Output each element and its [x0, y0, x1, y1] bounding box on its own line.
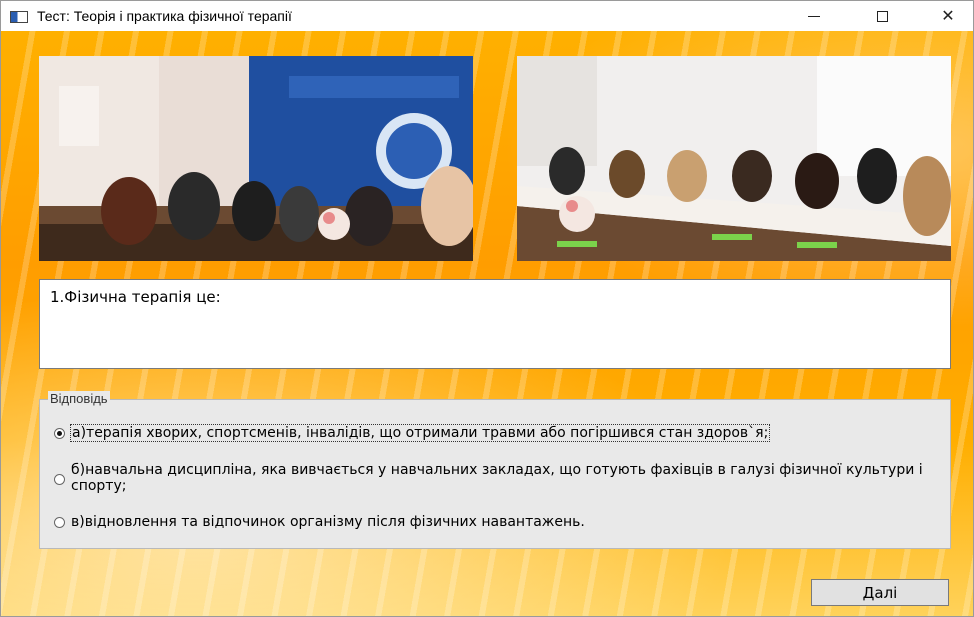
- minimize-icon: [808, 15, 820, 17]
- question-text: 1.Фізична терапія це:: [50, 288, 221, 306]
- app-icon: [10, 11, 28, 23]
- answer-option-b[interactable]: б)навчальна дисципліна, яка вивчається у…: [54, 462, 934, 494]
- minimize-button[interactable]: [791, 1, 837, 31]
- close-button[interactable]: ✕: [925, 1, 971, 31]
- conference-photo-right: [517, 56, 951, 261]
- answer-groupbox: Відповідь а)терапія хворих, спортсменів,…: [39, 391, 951, 549]
- form-client-area: 1.Фізична терапія це: Відповідь а)терапі…: [1, 31, 973, 616]
- answer-option-c-label: в)відновлення та відпочинок організму пі…: [71, 514, 585, 530]
- answer-option-a-label: а)терапія хворих, спортсменів, інвалідів…: [69, 424, 771, 442]
- app-window: Тест: Теорія і практика фізичної терапії…: [0, 0, 974, 617]
- answer-option-b-label: б)навчальна дисципліна, яка вивчається у…: [71, 462, 923, 494]
- maximize-icon: [876, 10, 888, 22]
- radio-selected-icon[interactable]: [54, 428, 65, 439]
- title-bar: Тест: Теорія і практика фізичної терапії…: [1, 1, 973, 31]
- radio-unselected-icon[interactable]: [54, 474, 65, 485]
- maximize-button[interactable]: [859, 1, 905, 31]
- window-title: Тест: Теорія і практика фізичної терапії: [37, 8, 292, 24]
- next-button[interactable]: Далі: [811, 579, 949, 606]
- radio-unselected-icon[interactable]: [54, 517, 65, 528]
- answer-group-legend: Відповідь: [48, 391, 110, 406]
- question-textbox[interactable]: 1.Фізична терапія це:: [39, 279, 951, 369]
- close-icon: ✕: [941, 8, 955, 25]
- conference-photo-left: [39, 56, 473, 261]
- answer-option-a[interactable]: а)терапія хворих, спортсменів, інвалідів…: [54, 424, 771, 442]
- answer-option-c[interactable]: в)відновлення та відпочинок організму пі…: [54, 514, 585, 530]
